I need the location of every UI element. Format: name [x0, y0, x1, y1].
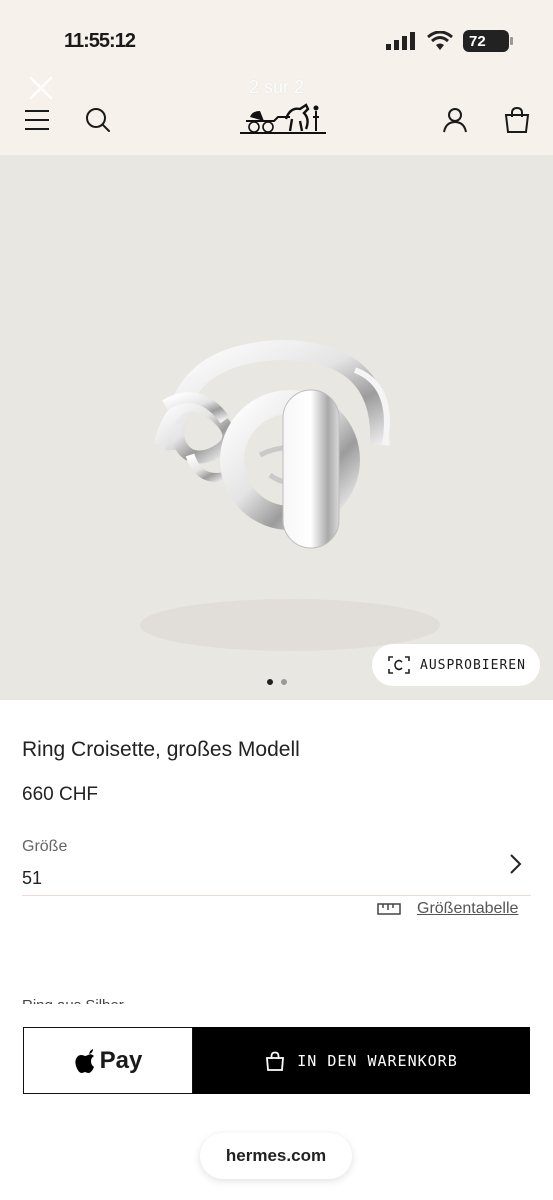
- carousel-indicator[interactable]: [0, 679, 553, 685]
- search-icon[interactable]: [83, 105, 113, 135]
- apple-pay-button[interactable]: Pay: [23, 1027, 193, 1094]
- apple-logo-icon: [74, 1048, 94, 1073]
- battery-icon: 72: [463, 30, 513, 52]
- ar-scan-icon: [388, 656, 410, 674]
- cellular-signal-icon: [386, 32, 415, 50]
- add-to-cart-label: IN DEN WARENKORB: [297, 1051, 458, 1070]
- status-time: 11:55:12: [64, 30, 136, 52]
- chevron-right-icon[interactable]: [505, 852, 525, 876]
- try-on-label: AUSPROBIEREN: [420, 657, 526, 673]
- size-label: Größe: [22, 838, 68, 855]
- status-icons: 72: [385, 30, 513, 52]
- shopping-bag-icon: [266, 1051, 285, 1071]
- shopping-bag-icon[interactable]: [502, 105, 532, 135]
- hermes-carriage-logo[interactable]: [238, 97, 328, 137]
- apple-pay-label: Pay: [99, 1046, 143, 1074]
- battery-level: 72: [469, 32, 486, 50]
- carousel-dot-1[interactable]: [266, 679, 273, 685]
- browser-url-pill[interactable]: hermes.com: [200, 1133, 352, 1179]
- carousel-dot-2[interactable]: [280, 679, 287, 685]
- top-header: 11:55:12 72 2 sur 2: [0, 0, 553, 155]
- wifi-icon: [427, 31, 453, 50]
- hamburger-menu-icon[interactable]: [22, 105, 52, 135]
- size-selector[interactable]: 51: [22, 868, 42, 889]
- product-price: 660 CHF: [22, 784, 99, 805]
- product-image-gallery[interactable]: AUSPROBIEREN: [0, 155, 553, 700]
- add-to-cart-button[interactable]: IN DEN WARENKORB: [193, 1027, 530, 1094]
- product-title: Ring Croisette, großes Modell: [22, 738, 300, 761]
- ruler-icon: [377, 903, 401, 915]
- size-divider: [22, 895, 531, 896]
- user-icon[interactable]: [440, 105, 470, 135]
- ring-image: [140, 339, 440, 651]
- image-counter: 2 sur 2: [248, 77, 305, 97]
- size-chart-link[interactable]: Größentabelle: [417, 900, 518, 918]
